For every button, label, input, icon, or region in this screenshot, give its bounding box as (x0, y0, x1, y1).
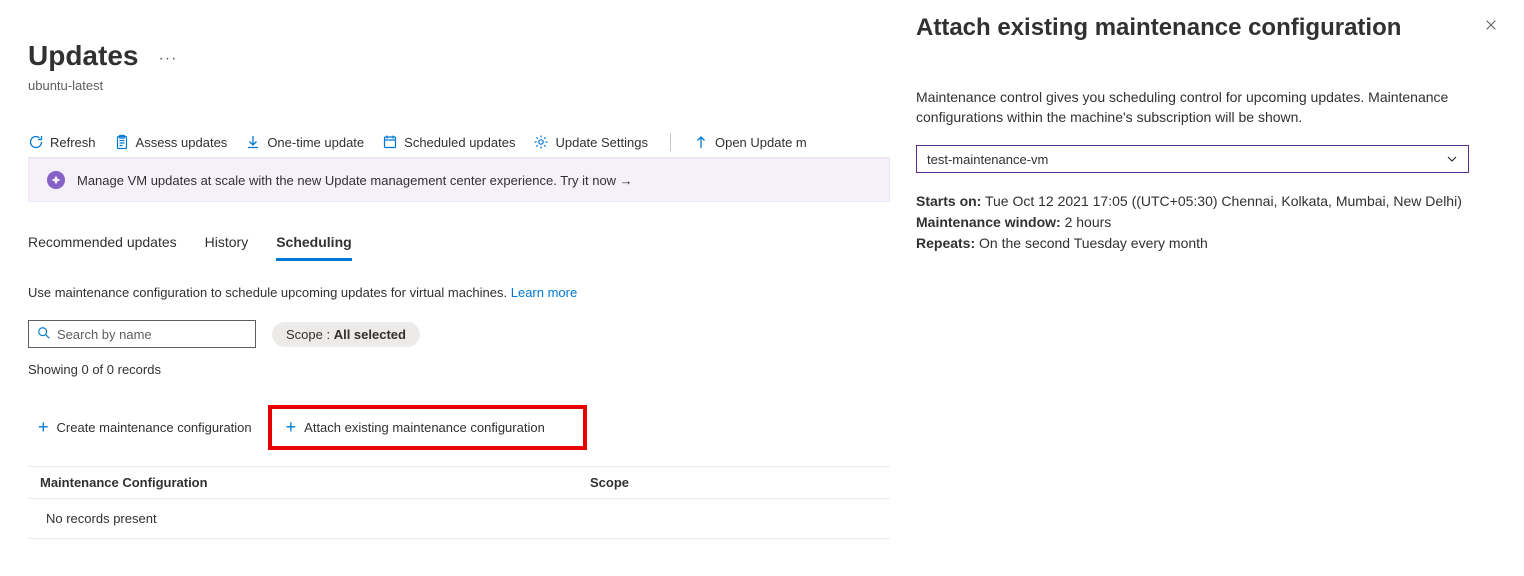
learn-more-link[interactable]: Learn more (511, 285, 577, 300)
assess-label: Assess updates (136, 135, 228, 150)
repeats-value: On the second Tuesday every month (975, 235, 1208, 251)
close-button[interactable] (1480, 14, 1502, 41)
attach-config-label: Attach existing maintenance configuratio… (304, 420, 545, 435)
clipboard-icon (114, 134, 130, 150)
refresh-button[interactable]: Refresh (28, 134, 96, 150)
attach-config-button[interactable]: + Attach existing maintenance configurat… (276, 411, 555, 444)
settings-button[interactable]: Update Settings (533, 134, 648, 150)
arrow-up-icon (693, 134, 709, 150)
starts-on-value: Tue Oct 12 2021 17:05 ((UTC+05:30) Chenn… (981, 193, 1462, 209)
calendar-icon (382, 134, 398, 150)
tab-history[interactable]: History (205, 234, 249, 261)
table-header: Maintenance Configuration Scope (28, 466, 890, 499)
chevron-down-icon (1446, 153, 1458, 165)
onetime-button[interactable]: One-time update (245, 134, 364, 150)
scheduling-description: Use maintenance configuration to schedul… (28, 285, 890, 300)
assess-button[interactable]: Assess updates (114, 134, 228, 150)
search-input-wrapper[interactable] (28, 320, 256, 348)
search-input[interactable] (57, 327, 247, 342)
separator (670, 133, 671, 151)
create-config-label: Create maintenance configuration (57, 420, 252, 435)
config-metadata: Starts on: Tue Oct 12 2021 17:05 ((UTC+0… (916, 191, 1502, 254)
side-panel: Attach existing maintenance configuratio… (894, 0, 1524, 576)
page-title: Updates (28, 40, 138, 72)
config-dropdown[interactable]: test-maintenance-vm (916, 145, 1469, 173)
action-row: + Create maintenance configuration + Att… (28, 405, 890, 450)
column-maintenance-config[interactable]: Maintenance Configuration (40, 475, 590, 490)
records-count: Showing 0 of 0 records (28, 362, 890, 377)
dropdown-value: test-maintenance-vm (927, 152, 1048, 167)
plus-icon: + (38, 417, 49, 438)
scheduled-button[interactable]: Scheduled updates (382, 134, 515, 150)
panel-description: Maintenance control gives you scheduling… (916, 88, 1502, 127)
highlight-box: + Attach existing maintenance configurat… (268, 405, 587, 450)
banner-text: Manage VM updates at scale with the new … (77, 173, 633, 188)
info-banner[interactable]: Manage VM updates at scale with the new … (28, 158, 890, 202)
tab-scheduling[interactable]: Scheduling (276, 234, 351, 261)
main-content: Updates ··· ubuntu-latest Refresh Assess… (0, 0, 890, 539)
open-label: Open Update m (715, 135, 807, 150)
window-value: 2 hours (1061, 214, 1112, 230)
scheduled-label: Scheduled updates (404, 135, 515, 150)
repeats-label: Repeats: (916, 235, 975, 251)
resource-name: ubuntu-latest (28, 78, 890, 93)
create-config-button[interactable]: + Create maintenance configuration (28, 411, 262, 444)
scope-filter[interactable]: Scope : All selected (272, 322, 420, 347)
filter-row: Scope : All selected (28, 320, 890, 348)
search-icon (37, 326, 51, 343)
gear-icon (533, 134, 549, 150)
refresh-label: Refresh (50, 135, 96, 150)
tab-recommended[interactable]: Recommended updates (28, 234, 177, 261)
starts-on-label: Starts on: (916, 193, 981, 209)
onetime-label: One-time update (267, 135, 364, 150)
refresh-icon (28, 134, 44, 150)
window-label: Maintenance window: (916, 214, 1061, 230)
tabs: Recommended updates History Scheduling (28, 234, 890, 261)
more-menu[interactable]: ··· (158, 50, 177, 68)
plus-icon: + (286, 417, 297, 438)
compass-icon (47, 171, 65, 189)
panel-title: Attach existing maintenance configuratio… (916, 14, 1401, 42)
no-records-message: No records present (28, 499, 890, 539)
open-button[interactable]: Open Update m (693, 134, 807, 150)
column-scope[interactable]: Scope (590, 475, 878, 490)
settings-label: Update Settings (555, 135, 648, 150)
download-icon (245, 134, 261, 150)
toolbar: Refresh Assess updates One-time update S… (28, 127, 890, 158)
